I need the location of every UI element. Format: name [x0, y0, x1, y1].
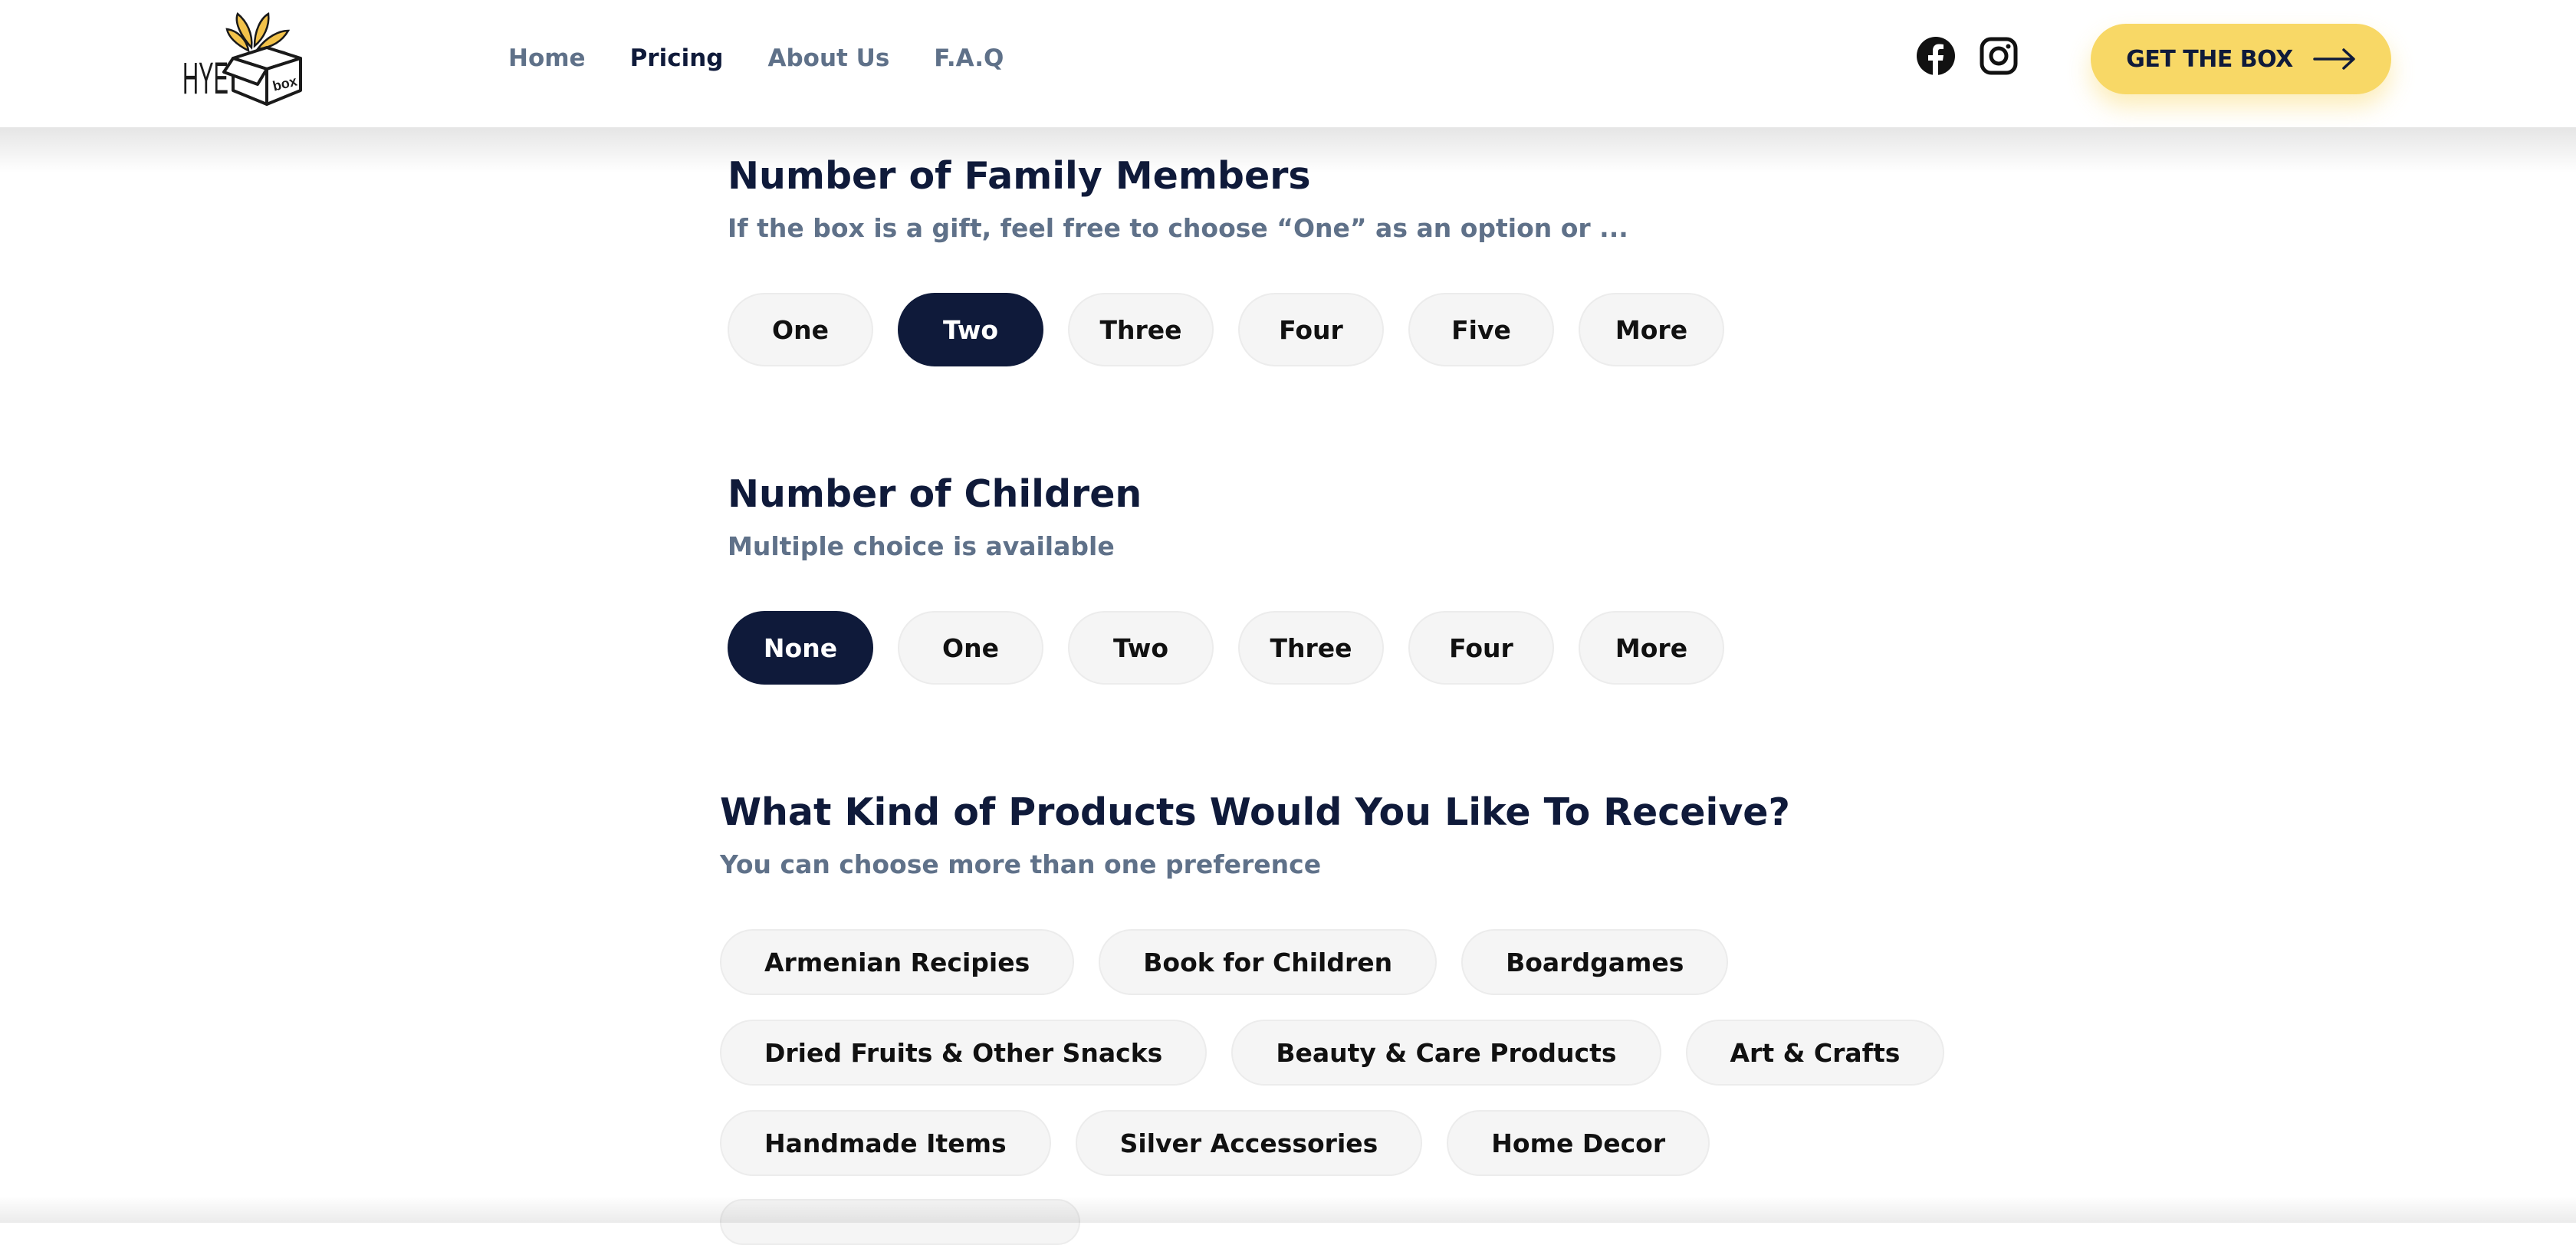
product-boardgames[interactable]: Boardgames [1461, 929, 1729, 995]
children-option-one[interactable]: One [898, 611, 1043, 685]
children-subtitle: Multiple choice is available [728, 531, 1115, 561]
family-option-more[interactable]: More [1579, 293, 1724, 366]
instagram-icon[interactable] [1978, 35, 2019, 77]
products-subtitle: You can choose more than one preference [720, 849, 1322, 879]
family-option-two[interactable]: Two [898, 293, 1043, 366]
children-options: None One Two Three Four More [728, 611, 1724, 685]
product-handmade-items[interactable]: Handmade Items [720, 1110, 1051, 1176]
product-home-decor[interactable]: Home Decor [1447, 1110, 1710, 1176]
family-option-one[interactable]: One [728, 293, 873, 366]
children-option-two[interactable]: Two [1068, 611, 1214, 685]
children-option-none[interactable]: None [728, 611, 873, 685]
children-option-three[interactable]: Three [1238, 611, 1384, 685]
products-row: Dried Fruits & Other Snacks Beauty & Car… [720, 1020, 1945, 1086]
family-members-subtitle: If the box is a gift, feel free to choos… [728, 213, 1628, 243]
children-section: Number of Children Multiple choice is av… [728, 470, 1724, 685]
bottom-shadow [0, 1196, 2576, 1223]
product-beauty-care[interactable]: Beauty & Care Products [1231, 1020, 1661, 1086]
header-shadow [0, 127, 2576, 173]
products-section: What Kind of Products Would You Like To … [720, 788, 1945, 1245]
nav-pricing[interactable]: Pricing [630, 40, 724, 77]
family-members-options: One Two Three Four Five More [728, 293, 1724, 366]
product-dried-fruits-snacks[interactable]: Dried Fruits & Other Snacks [720, 1020, 1208, 1086]
get-the-box-button[interactable]: GET THE BOX [2091, 24, 2391, 94]
product-book-for-children[interactable]: Book for Children [1099, 929, 1438, 995]
cta-label: GET THE BOX [2126, 45, 2293, 73]
products-title: What Kind of Products Would You Like To … [720, 790, 1790, 834]
product-art-crafts[interactable]: Art & Crafts [1685, 1020, 1945, 1086]
logo-hye-text: HYE [182, 54, 228, 103]
family-option-four[interactable]: Four [1238, 293, 1384, 366]
family-option-three[interactable]: Three [1068, 293, 1214, 366]
nav-about-us[interactable]: About Us [767, 40, 889, 77]
children-option-four[interactable]: Four [1408, 611, 1554, 685]
main-nav: Home Pricing About Us F.A.Q [508, 40, 1048, 77]
family-members-section: Number of Family Members If the box is a… [728, 152, 1724, 366]
children-option-more[interactable]: More [1579, 611, 1724, 685]
products-row: Handmade Items Silver Accessories Home D… [720, 1110, 1944, 1176]
product-armenian-recipies[interactable]: Armenian Recipies [720, 929, 1075, 995]
facebook-icon[interactable] [1915, 35, 1957, 77]
family-option-five[interactable]: Five [1408, 293, 1554, 366]
arrow-right-icon [2312, 48, 2355, 70]
hyebox-logo[interactable]: box HYE [181, 8, 311, 107]
nav-home[interactable]: Home [508, 40, 586, 77]
children-title: Number of Children [728, 472, 1142, 516]
product-silver-accessories[interactable]: Silver Accessories [1075, 1110, 1423, 1176]
site-header: box HYE Home Pricing About Us F.A.Q GET … [0, 0, 2576, 127]
products-row: Armenian Recipies Book for Children Boar… [720, 929, 1944, 995]
nav-faq[interactable]: F.A.Q [934, 40, 1004, 77]
